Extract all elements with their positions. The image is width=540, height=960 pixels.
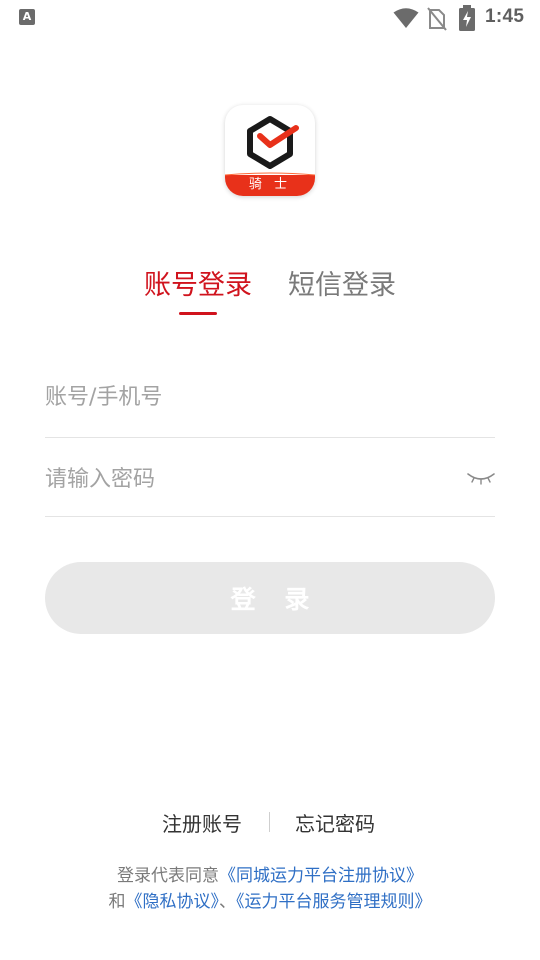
agreement-prefix: 登录代表同意 — [117, 866, 219, 886]
agreement-line-2: 和《隐私协议》、《运力平台服务管理规则》 — [0, 889, 540, 915]
register-account-link[interactable]: 注册账号 — [162, 808, 242, 837]
password-input[interactable] — [45, 451, 445, 507]
wifi-icon — [393, 8, 419, 28]
agreement-separator: 、 — [219, 892, 236, 912]
app-logo: 骑 士 — [225, 105, 315, 196]
login-button[interactable]: 登 录 — [45, 562, 495, 634]
agreement-line-1: 登录代表同意《同城运力平台注册协议》 — [0, 863, 540, 889]
eye-closed-icon[interactable] — [466, 466, 496, 488]
divider — [45, 516, 495, 517]
platform-agreement-link[interactable]: 《同城运力平台注册协议》 — [219, 866, 423, 886]
clock: 1:45 — [485, 6, 525, 27]
battery-charging-icon — [459, 5, 475, 31]
forgot-password-link[interactable]: 忘记密码 — [295, 808, 375, 837]
tab-account-login[interactable]: 账号登录 — [144, 266, 252, 306]
tab-sms-login[interactable]: 短信登录 — [288, 266, 396, 306]
agreement-and: 和 — [108, 892, 126, 912]
account-input[interactable] — [45, 369, 495, 425]
status-bar: A 1:45 — [0, 0, 540, 36]
divider — [45, 437, 495, 438]
logo-badge-text: 骑 士 — [248, 177, 292, 192]
app-notification-icon: A — [19, 9, 35, 25]
service-rules-link[interactable]: 《运力平台服务管理规则》 — [236, 892, 432, 912]
no-sim-icon — [427, 7, 447, 31]
active-tab-indicator — [179, 312, 217, 315]
link-separator — [269, 812, 270, 832]
privacy-agreement-link[interactable]: 《隐私协议》 — [126, 892, 220, 912]
